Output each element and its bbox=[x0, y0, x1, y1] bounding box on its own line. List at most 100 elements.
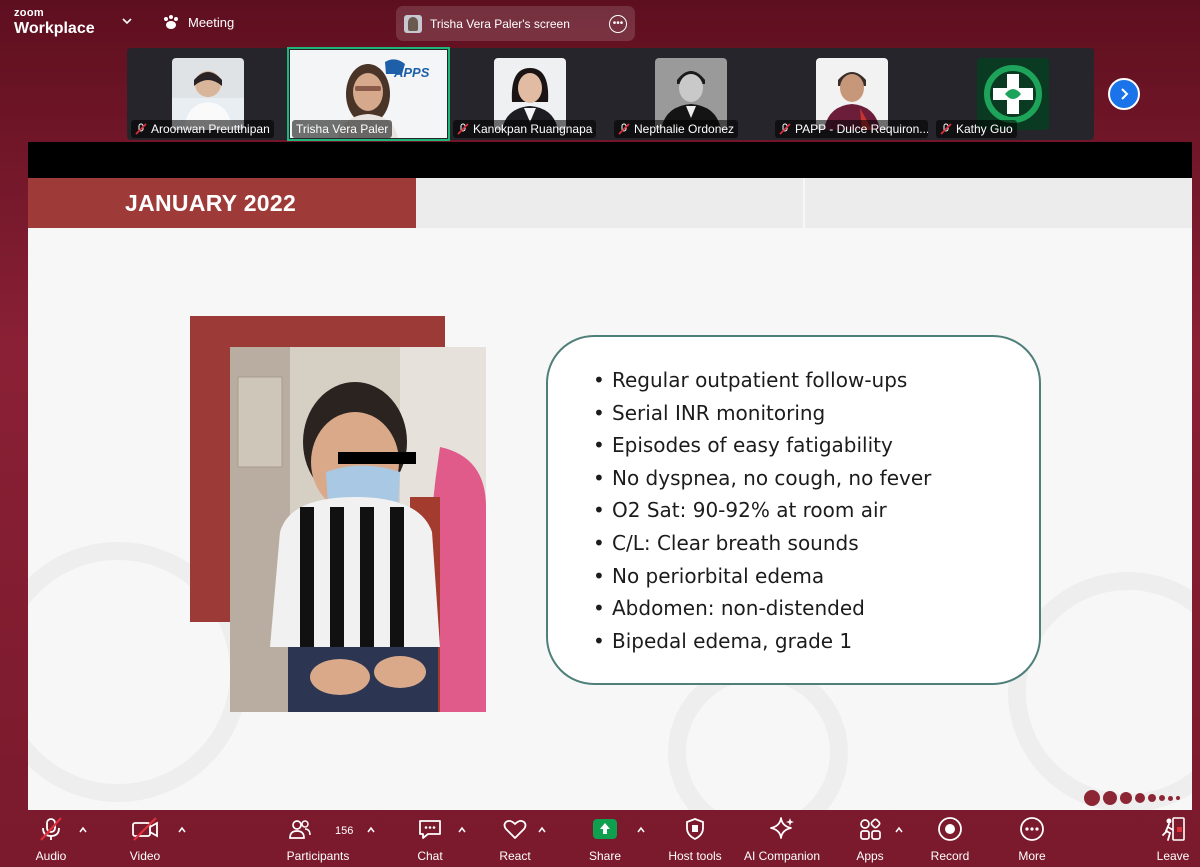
share-options-caret-icon[interactable] bbox=[636, 825, 646, 835]
host-tools-label: Host tools bbox=[668, 849, 722, 863]
leave-button[interactable]: Leave bbox=[1154, 812, 1192, 867]
slide-top-black-bar bbox=[28, 142, 1192, 178]
share-label: Share bbox=[588, 849, 622, 863]
speaker-logo-text: APPS bbox=[394, 65, 430, 80]
participant-tile[interactable]: Aroonwan Preutthipan bbox=[127, 48, 288, 140]
note-item: O2 Sat: 90-92% at room air bbox=[593, 494, 931, 527]
host-tools-button[interactable]: Host tools bbox=[666, 812, 724, 867]
ai-sparkle-icon bbox=[770, 817, 794, 839]
more-options-icon[interactable]: ••• bbox=[609, 14, 627, 33]
audio-label: Audio bbox=[35, 849, 67, 863]
participant-name: Trisha Vera Paler bbox=[296, 122, 389, 136]
muted-mic-icon bbox=[618, 123, 630, 135]
note-item: Serial INR monitoring bbox=[593, 397, 931, 430]
participant-name: Kanokpan Ruangnapa bbox=[473, 122, 593, 136]
ai-companion-button[interactable]: AI Companion bbox=[742, 812, 822, 867]
participant-gallery: Aroonwan Preutthipan APPS Trisha Vera Pa… bbox=[127, 47, 1094, 141]
apps-label: Apps bbox=[856, 849, 884, 863]
slide-header-panel bbox=[805, 178, 1192, 228]
zoom-workplace-logo: zoom Workplace bbox=[14, 8, 95, 37]
participant-tile[interactable]: PAPP - Dulce Requiron... bbox=[771, 48, 932, 140]
meeting-info-button[interactable]: Meeting bbox=[162, 14, 234, 30]
muted-mic-icon bbox=[457, 123, 469, 135]
apps-options-caret-icon[interactable] bbox=[894, 825, 904, 835]
chevron-right-icon bbox=[1121, 88, 1129, 100]
meeting-label: Meeting bbox=[188, 14, 235, 30]
muted-mic-icon bbox=[135, 123, 147, 135]
muted-mic-icon bbox=[940, 123, 952, 135]
slide-header-panel bbox=[416, 178, 803, 228]
note-item: No periorbital edema bbox=[593, 560, 931, 593]
more-dots-icon bbox=[1020, 817, 1044, 841]
share-screen-icon bbox=[593, 819, 617, 839]
participant-tile[interactable]: Nepthalie Ordonez bbox=[610, 48, 771, 140]
meeting-paw-icon bbox=[164, 15, 178, 29]
chat-button[interactable]: Chat bbox=[410, 812, 450, 867]
participant-name: Kathy Guo bbox=[956, 122, 1013, 136]
participant-name: Aroonwan Preutthipan bbox=[151, 122, 270, 136]
clinical-notes-list: Regular outpatient follow-ups Serial INR… bbox=[593, 364, 931, 658]
presenter-avatar bbox=[404, 14, 422, 33]
shared-screen-title: Trisha Vera Paler's screen bbox=[430, 16, 570, 31]
record-label: Record bbox=[930, 849, 970, 863]
share-button[interactable]: Share bbox=[585, 812, 625, 867]
participant-tile[interactable]: Kanokpan Ruangnapa bbox=[449, 48, 610, 140]
more-label: More bbox=[1018, 849, 1046, 863]
participant-tile[interactable]: Kathy Guo bbox=[932, 48, 1093, 140]
video-label: Video bbox=[129, 849, 161, 863]
apps-grid-icon bbox=[860, 818, 881, 840]
audio-options-caret-icon[interactable] bbox=[78, 825, 88, 835]
react-options-caret-icon[interactable] bbox=[537, 825, 547, 835]
chat-label: Chat bbox=[417, 849, 443, 863]
camera-off-icon bbox=[132, 817, 158, 841]
logo-workplace-text: Workplace bbox=[14, 20, 95, 37]
participants-icon bbox=[289, 820, 311, 839]
note-item: Regular outpatient follow-ups bbox=[593, 364, 931, 397]
participant-tile-active-speaker[interactable]: APPS Trisha Vera Paler bbox=[287, 47, 450, 141]
participants-count: 156 bbox=[335, 825, 354, 837]
heart-react-icon bbox=[503, 819, 527, 839]
top-bar: zoom Workplace Meeting Trisha Vera Paler… bbox=[0, 0, 1200, 46]
note-item: Abdomen: non-distended bbox=[593, 592, 931, 625]
record-button[interactable]: Record bbox=[928, 812, 972, 867]
participant-name-bar: Trisha Vera Paler bbox=[292, 120, 393, 138]
microphone-muted-icon bbox=[40, 817, 62, 841]
shared-screen-indicator[interactable]: Trisha Vera Paler's screen ••• bbox=[396, 6, 635, 41]
leave-label: Leave bbox=[1156, 849, 1190, 863]
note-item: C/L: Clear breath sounds bbox=[593, 527, 931, 560]
react-label: React bbox=[499, 849, 531, 863]
participants-options-caret-icon[interactable] bbox=[366, 825, 376, 835]
participants-button[interactable]: Participants bbox=[282, 812, 354, 867]
ai-companion-label: AI Companion bbox=[743, 849, 821, 863]
audio-button[interactable]: Audio bbox=[30, 812, 72, 867]
patient-photo bbox=[230, 347, 486, 712]
leave-door-icon bbox=[1162, 817, 1185, 841]
more-button[interactable]: More bbox=[1012, 812, 1052, 867]
gallery-next-button[interactable] bbox=[1108, 78, 1140, 110]
logo-zoom-text: zoom bbox=[14, 7, 44, 19]
chevron-down-icon[interactable] bbox=[121, 15, 133, 27]
meeting-controls-toolbar: Audio Video Participants 156 Chat React … bbox=[0, 812, 1200, 867]
record-icon bbox=[938, 817, 962, 841]
muted-mic-icon bbox=[779, 123, 791, 135]
note-item: Bipedal edema, grade 1 bbox=[593, 625, 931, 658]
video-options-caret-icon[interactable] bbox=[177, 825, 187, 835]
shared-screen-slide: JANUARY 2022 • Regular outpatient follow… bbox=[28, 142, 1192, 810]
video-button[interactable]: Video bbox=[124, 812, 166, 867]
slide-heading: JANUARY 2022 bbox=[28, 178, 416, 228]
react-button[interactable]: React bbox=[495, 812, 535, 867]
participants-label: Participants bbox=[286, 849, 350, 863]
participant-name: PAPP - Dulce Requiron... bbox=[795, 122, 928, 136]
note-item: Episodes of easy fatigability bbox=[593, 429, 931, 462]
participant-name-bar: Aroonwan Preutthipan bbox=[131, 120, 274, 138]
chat-icon bbox=[419, 820, 441, 839]
note-item: No dyspnea, no cough, no fever bbox=[593, 462, 931, 495]
participant-name-bar: Kathy Guo bbox=[936, 120, 1017, 138]
chat-options-caret-icon[interactable] bbox=[457, 825, 467, 835]
zoom-meeting-window: zoom Workplace Meeting Trisha Vera Paler… bbox=[0, 0, 1200, 867]
participant-name: Nepthalie Ordonez bbox=[634, 122, 735, 136]
apps-button[interactable]: Apps bbox=[850, 812, 890, 867]
participant-name-bar: Kanokpan Ruangnapa bbox=[453, 120, 597, 138]
slide-progress-dots bbox=[1084, 790, 1180, 806]
participant-name-bar: PAPP - Dulce Requiron... bbox=[775, 120, 928, 138]
